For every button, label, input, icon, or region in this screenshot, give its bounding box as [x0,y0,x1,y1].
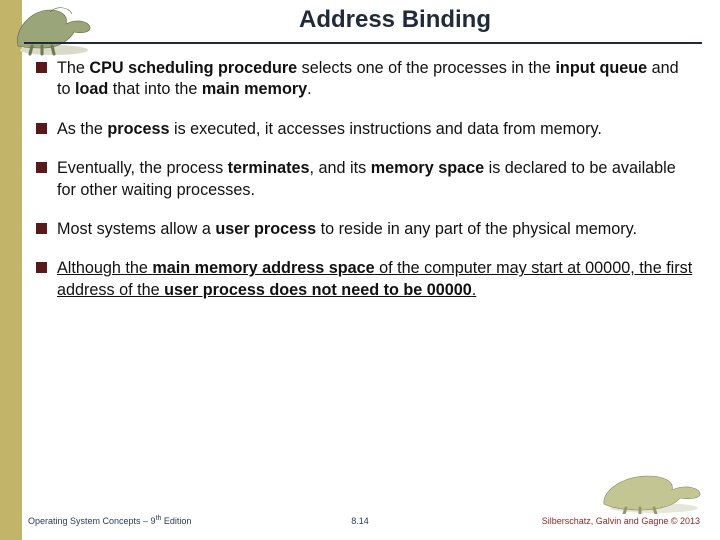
bullet-marker-icon [36,262,47,273]
bullet-marker-icon [36,62,47,73]
dinosaur-icon [596,468,706,514]
bullet-marker-icon [36,223,47,234]
bullet-marker-icon [36,162,47,173]
bullet-item: As the process is executed, it accesses … [36,119,694,140]
bullet-marker-icon [36,123,47,134]
slide-body: The CPU scheduling procedure selects one… [36,58,694,319]
bullet-item: Most systems allow a user process to res… [36,219,694,240]
slide-sidebar-accent [0,0,22,540]
bullet-item: The CPU scheduling procedure selects one… [36,58,694,101]
title-underline [24,42,702,44]
slide: Address Binding The CPU scheduling proce… [0,0,720,540]
bullet-item: Eventually, the process terminates, and … [36,158,694,201]
bullet-text: As the process is executed, it accesses … [57,119,602,140]
bullet-text: Most systems allow a user process to res… [57,219,637,240]
bullet-text: Although the main memory address space o… [57,258,694,301]
bullet-text: Eventually, the process terminates, and … [57,158,694,201]
bullet-item: Although the main memory address space o… [36,258,694,301]
bullet-text: The CPU scheduling procedure selects one… [57,58,694,101]
dinosaur-icon [6,0,96,56]
footer-copyright: Silberschatz, Galvin and Gagne © 2013 [542,516,700,526]
slide-title: Address Binding [100,6,690,34]
